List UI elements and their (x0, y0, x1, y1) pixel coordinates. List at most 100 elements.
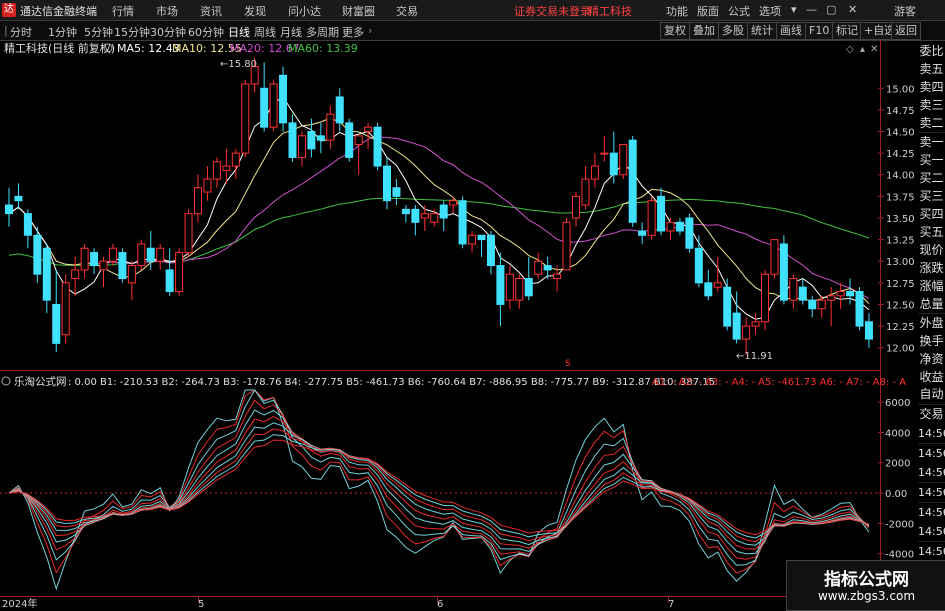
close-pane-icon[interactable]: ✕ (870, 44, 878, 55)
candle-body (260, 87, 269, 128)
period-tab-multi[interactable]: 多周期 (306, 24, 339, 40)
period-tab-minute[interactable]: 分时 (10, 24, 32, 40)
chart-title: 精工科技(日线 前复权) (4, 41, 115, 55)
side-panel-item[interactable]: 卖三 (918, 96, 945, 116)
minimize-icon[interactable]: — (806, 3, 817, 16)
menu-item-function[interactable]: 功能 (666, 3, 688, 19)
f10-button[interactable]: F10 (805, 22, 834, 40)
side-panel-item[interactable]: 卖四 (918, 78, 945, 98)
period-tab-weekly[interactable]: 周线 (254, 24, 276, 40)
x-label-may: 5 (198, 599, 204, 609)
menu-item-quotes[interactable]: 行情 (112, 3, 134, 19)
candle-body (742, 325, 751, 340)
side-panel-item[interactable]: 卖二 (918, 114, 945, 134)
chart-area[interactable]: 15.00 14.75 14.50 14.25 14.00 13.75 13.50 13.25… (0, 40, 918, 609)
stats-button[interactable]: 统计 (747, 22, 777, 40)
side-panel-item[interactable]: 总量 (918, 295, 945, 315)
menu-item-formula[interactable]: 公式 (728, 3, 750, 19)
price-axis-label: 12.00 (886, 344, 915, 355)
more-chevron-icon[interactable]: › (368, 24, 372, 37)
candle-body (279, 74, 288, 124)
draw-line-button[interactable]: 画线 (776, 22, 806, 40)
side-panel-item[interactable]: 买三 (918, 186, 945, 206)
menu-item-news[interactable]: 资讯 (200, 3, 222, 19)
indicator-axis-label: -2000 (885, 519, 914, 530)
indicator-settings-icon[interactable] (1, 376, 11, 386)
tick-time-row: 14:56 (918, 522, 945, 543)
tick-time-row: 14:56 (918, 463, 945, 484)
period-tab-monthly[interactable]: 月线 (280, 24, 302, 40)
side-panel-item[interactable]: 涨跌 (918, 259, 945, 279)
candle-body (345, 122, 354, 158)
ma5-line (8, 96, 870, 320)
side-panel-item[interactable]: 买二 (918, 168, 945, 188)
indicator-line-b1 (8, 389, 870, 591)
period-tab-1min[interactable]: 1分钟 (48, 24, 77, 40)
multi-stock-button[interactable]: 多股 (718, 22, 748, 40)
candle-body (307, 131, 316, 150)
guest-user[interactable]: 游客 (894, 3, 916, 19)
candle-body (127, 265, 136, 284)
side-panel-item[interactable]: 涨幅 (918, 277, 945, 297)
chevron-down-icon[interactable]: ▾ (791, 3, 797, 16)
menu-item-options[interactable]: 选项 (759, 3, 781, 19)
side-panel-item[interactable]: 买四 (918, 204, 945, 224)
candle-body (770, 239, 779, 275)
candle-body (628, 139, 637, 223)
candle-body (855, 290, 864, 327)
candle-body (619, 143, 628, 176)
menu-item-ask[interactable]: 问小达 (288, 3, 321, 19)
side-panel-item[interactable]: 卖五 (918, 60, 945, 80)
menu-item-trade[interactable]: 交易 (396, 3, 418, 19)
side-panel-item[interactable]: 卖一 (918, 132, 945, 152)
period-tab-5min[interactable]: 5分钟 (84, 24, 113, 40)
event-marker-icon: S (565, 359, 571, 369)
menu-item-discover[interactable]: 发现 (244, 3, 266, 19)
candle-body (798, 286, 807, 301)
overlay-button[interactable]: 叠加 (689, 22, 719, 40)
indicator-line-b8 (8, 428, 870, 543)
candle-body (675, 221, 684, 232)
side-panel-item[interactable]: 现价 (918, 241, 945, 261)
x-label-july: 7 (668, 599, 674, 609)
candle-body (383, 165, 391, 202)
maximize-icon[interactable]: ▢ (826, 3, 836, 16)
period-tab-more[interactable]: 更多 (342, 24, 364, 40)
candle-body (827, 295, 836, 301)
candle-body (5, 204, 13, 215)
period-tab-15min[interactable]: 15分钟 (114, 24, 150, 40)
side-panel-item[interactable]: 净资 (918, 349, 945, 369)
candle-body (694, 247, 703, 284)
side-panel-item[interactable]: 委比 (918, 42, 945, 61)
side-panel-item[interactable]: 买五 (918, 223, 945, 242)
period-tab-30min[interactable]: 30分钟 (150, 24, 186, 40)
period-tab-60min[interactable]: 60分钟 (188, 24, 224, 40)
candle-body (666, 221, 675, 232)
mark-button[interactable]: 标记 (832, 22, 862, 40)
login-status[interactable]: 证券交易未登录 (514, 3, 591, 19)
side-panel-item[interactable]: 收益 (918, 367, 945, 387)
candle-body (373, 126, 382, 167)
menu-item-market[interactable]: 市场 (156, 3, 178, 19)
side-panel-item[interactable]: 买一 (918, 150, 945, 170)
period-tab-daily[interactable]: 日线 (228, 24, 250, 40)
side-panel-tab[interactable]: 自动 (918, 385, 945, 405)
indicator-values-red: A1: - A2: - A3: - A4: - A5: -461.73 A6: … (652, 377, 906, 388)
side-panel-item[interactable]: 换手 (918, 331, 945, 351)
menu-item-wealth[interactable]: 财富圈 (342, 3, 375, 19)
adjust-button[interactable]: 复权 (660, 22, 690, 40)
price-axis-label: 12.50 (886, 300, 915, 311)
candle-body (458, 200, 467, 245)
candle-body (42, 247, 51, 301)
candle-body (241, 83, 250, 154)
close-icon[interactable]: ✕ (848, 3, 857, 16)
indicator-axis-label: 6000 (885, 398, 910, 409)
menu-item-layout[interactable]: 版面 (697, 3, 719, 19)
indicator-line-b6 (8, 416, 870, 550)
side-panel-item[interactable]: 外盘 (918, 313, 945, 333)
back-button[interactable]: 返回 (891, 22, 921, 40)
diamond-icon[interactable]: ◇ (846, 44, 854, 55)
expand-icon[interactable]: ▴ (860, 44, 865, 55)
toolbar-handle-icon: | (4, 24, 8, 37)
side-panel-tab[interactable]: 交易 (918, 404, 945, 425)
